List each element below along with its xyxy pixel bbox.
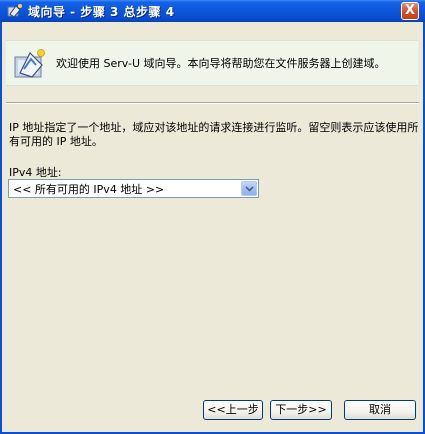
wizard-logo-icon bbox=[14, 49, 45, 78]
window-title: 域向导 - 步骤 3 总步骤 4 bbox=[28, 4, 175, 19]
ipv4-select-value: << 所有可用的 IPv4 地址 >> bbox=[13, 182, 165, 196]
welcome-text: 欢迎使用 Serv-U 域向导。本向导将帮助您在文件服务器上创建域。 bbox=[56, 57, 386, 70]
wizard-icon-small bbox=[7, 4, 22, 18]
next-button[interactable]: 下一步>> bbox=[270, 400, 332, 420]
header-divider bbox=[6, 102, 419, 104]
chevron-down-icon[interactable] bbox=[241, 181, 257, 196]
title-bar[interactable]: 域向导 - 步骤 3 总步骤 4 X bbox=[0, 0, 425, 22]
ip-description: IP 地址指定了一个地址，域应对该地址的请求连接进行监听。留空则表示应该使用所有… bbox=[9, 121, 419, 148]
wizard-window: 域向导 - 步骤 3 总步骤 4 X 欢迎使用 Serv-U 域向导。本向导将帮… bbox=[0, 0, 425, 434]
ipv4-select[interactable]: << 所有可用的 IPv4 地址 >> bbox=[8, 179, 259, 198]
wizard-header: 欢迎使用 Serv-U 域向导。本向导将帮助您在文件服务器上创建域。 bbox=[6, 40, 418, 86]
cancel-button[interactable]: 取消 bbox=[344, 400, 416, 420]
ipv4-label: IPv4 地址: bbox=[9, 166, 62, 179]
close-button[interactable]: X bbox=[401, 2, 419, 20]
back-button[interactable]: <<上一步 bbox=[203, 400, 263, 420]
